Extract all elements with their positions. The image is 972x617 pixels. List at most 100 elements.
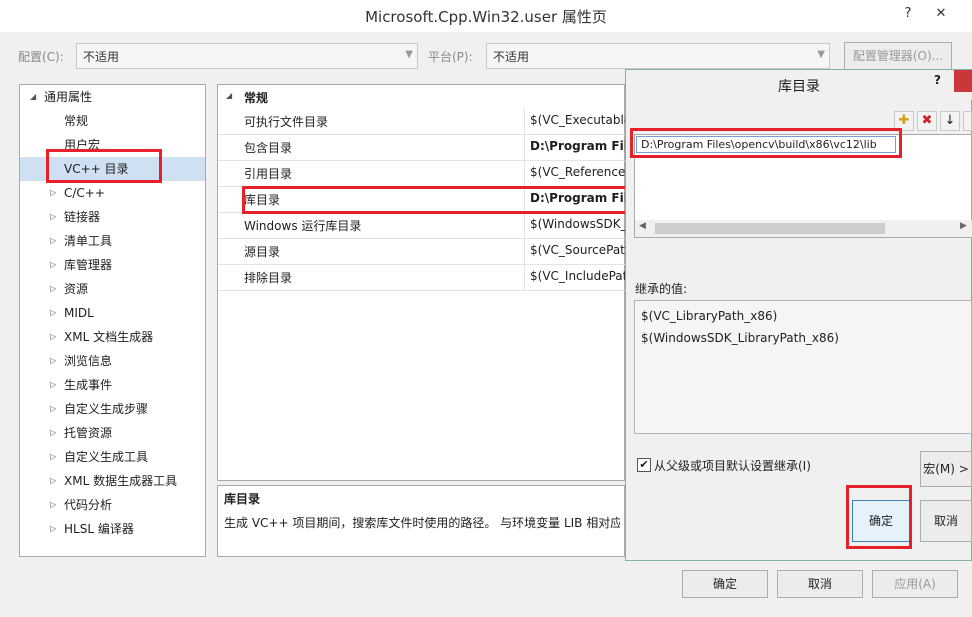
grid-row[interactable]: 排除目录 $(VC_IncludePath bbox=[218, 265, 626, 291]
window-title: Microsoft.Cpp.Win32.user 属性页 bbox=[365, 8, 607, 26]
dialog-close-icon[interactable] bbox=[954, 70, 972, 92]
inherited-label: 继承的值: bbox=[635, 282, 688, 296]
tree-item[interactable]: ▷ 资源 bbox=[20, 277, 205, 301]
grid-section-title: 常规 bbox=[244, 91, 269, 105]
expand-icon[interactable]: ▷ bbox=[50, 373, 56, 397]
inherit-checkbox-label: 从父级或项目默认设置继承(I) bbox=[654, 459, 811, 473]
expand-icon[interactable]: ▷ bbox=[50, 205, 56, 229]
tree-item[interactable]: ▷ 链接器 bbox=[20, 205, 205, 229]
grid-row-key: 引用目录 bbox=[244, 167, 293, 181]
grid-divider bbox=[524, 213, 525, 239]
macro-button[interactable]: 宏(M) > bbox=[920, 451, 972, 487]
inherited-value: $(VC_LibraryPath_x86) bbox=[641, 309, 778, 323]
highlight-ok-button bbox=[846, 485, 912, 549]
expand-icon[interactable]: ▷ bbox=[50, 349, 56, 373]
grid-row-value: $(VC_ExecutableP bbox=[530, 113, 626, 127]
scrollbar-thumb[interactable] bbox=[655, 223, 885, 234]
grid-section-header[interactable]: ◢ 常规 bbox=[218, 85, 624, 109]
expand-icon[interactable]: ▷ bbox=[50, 397, 56, 421]
tree-item[interactable]: ▷ 库管理器 bbox=[20, 253, 205, 277]
tree-item-label: XML 数据生成器工具 bbox=[64, 474, 178, 488]
expand-icon[interactable]: ▷ bbox=[50, 517, 56, 541]
grid-divider bbox=[524, 109, 525, 135]
scroll-right-icon[interactable]: ▶ bbox=[960, 221, 967, 231]
move-down-icon[interactable]: ↓ bbox=[940, 111, 960, 131]
tree-root[interactable]: ◢ 通用属性 bbox=[20, 85, 205, 109]
grid-row[interactable]: 包含目录 D:\Program Files\ bbox=[218, 135, 626, 161]
tree-item-label: 浏览信息 bbox=[64, 354, 113, 368]
tree-item[interactable]: ▷ XML 数据生成器工具 bbox=[20, 469, 205, 493]
expand-icon[interactable]: ▷ bbox=[50, 301, 56, 325]
tree-item[interactable]: ▷ 托管资源 bbox=[20, 421, 205, 445]
grid-row-key: 排除目录 bbox=[244, 271, 293, 285]
expand-icon[interactable]: ▷ bbox=[50, 493, 56, 517]
tree-item-label: 库管理器 bbox=[64, 258, 113, 272]
tree-item[interactable]: 常规 bbox=[20, 109, 205, 133]
collapse-icon: ◢ bbox=[30, 92, 37, 101]
description-text: 生成 VC++ 项目期间，搜索库文件时使用的路径。 与环境变量 LIB 相对应。 bbox=[224, 516, 620, 530]
tree-item[interactable]: ▷ 生成事件 bbox=[20, 373, 205, 397]
platform-select[interactable]: 不适用 ▼ bbox=[486, 43, 830, 69]
grid-divider bbox=[524, 265, 525, 291]
tree-item[interactable]: ▷ 自定义生成工具 bbox=[20, 445, 205, 469]
tree-item-label: XML 文档生成器 bbox=[64, 330, 154, 344]
dialog-cancel-button[interactable]: 取消 bbox=[920, 500, 972, 542]
cancel-button[interactable]: 取消 bbox=[777, 570, 863, 598]
grid-divider bbox=[524, 239, 525, 265]
grid-row-value: $(VC_ReferencesP bbox=[530, 165, 626, 179]
tree-item-label: 清单工具 bbox=[64, 234, 113, 248]
apply-button[interactable]: 应用(A) bbox=[872, 570, 958, 598]
chevron-down-icon: ▼ bbox=[405, 49, 413, 60]
dialog-help-button[interactable]: ? bbox=[934, 73, 941, 87]
inherited-list: $(VC_LibraryPath_x86) $(WindowsSDK_Libra… bbox=[634, 300, 972, 434]
expand-icon[interactable]: ▷ bbox=[50, 445, 56, 469]
close-icon[interactable]: ✕ bbox=[928, 3, 954, 25]
expand-icon[interactable]: ▷ bbox=[50, 253, 56, 277]
tree-root-label: 通用属性 bbox=[44, 90, 93, 104]
highlight-lib-dirs bbox=[242, 186, 630, 214]
help-button[interactable]: ? bbox=[895, 3, 921, 25]
config-label: 配置(C): bbox=[18, 50, 64, 64]
horizontal-scrollbar[interactable]: ◀ ▶ bbox=[635, 220, 972, 237]
expand-icon[interactable]: ▷ bbox=[50, 469, 56, 493]
chevron-down-icon: ▼ bbox=[817, 49, 825, 60]
config-manager-button[interactable]: 配置管理器(O)... bbox=[844, 42, 952, 70]
tree-item[interactable]: ▷ MIDL bbox=[20, 301, 205, 325]
platform-value: 不适用 bbox=[493, 50, 530, 64]
inherited-value: $(WindowsSDK_LibraryPath_x86) bbox=[641, 331, 839, 345]
highlight-vc-dirs bbox=[46, 149, 162, 183]
grid-row[interactable]: 源目录 $(VC_SourcePath) bbox=[218, 239, 626, 265]
expand-icon[interactable]: ▷ bbox=[50, 181, 56, 205]
grid-row-value: $(VC_IncludePath bbox=[530, 269, 626, 283]
grid-row-key: 包含目录 bbox=[244, 141, 293, 155]
grid-row-key: Windows 运行库目录 bbox=[244, 219, 362, 233]
scroll-left-icon[interactable]: ◀ bbox=[639, 221, 646, 231]
description-title: 库目录 bbox=[224, 492, 261, 506]
move-up-icon[interactable] bbox=[963, 111, 972, 131]
property-grid: ◢ 常规 可执行文件目录 $(VC_ExecutableP 包含目录 D:\Progr… bbox=[217, 84, 626, 481]
delete-icon[interactable]: ✖ bbox=[917, 111, 937, 131]
tree-item[interactable]: ▷ 自定义生成步骤 bbox=[20, 397, 205, 421]
tree-item[interactable]: ▷ XML 文档生成器 bbox=[20, 325, 205, 349]
ok-button[interactable]: 确定 bbox=[682, 570, 768, 598]
platform-label: 平台(P): bbox=[428, 50, 473, 64]
expand-icon[interactable]: ▷ bbox=[50, 325, 56, 349]
grid-row[interactable]: 引用目录 $(VC_ReferencesP bbox=[218, 161, 626, 187]
grid-row[interactable]: Windows 运行库目录 $(WindowsSDK_M bbox=[218, 213, 626, 239]
tree-item[interactable]: ▷ 浏览信息 bbox=[20, 349, 205, 373]
expand-icon[interactable]: ▷ bbox=[50, 229, 56, 253]
tree-item[interactable]: ▷ C/C++ bbox=[20, 181, 205, 205]
dialog-title: 库目录 bbox=[778, 79, 820, 95]
expand-icon[interactable]: ▷ bbox=[50, 277, 56, 301]
expand-icon[interactable]: ▷ bbox=[50, 421, 56, 445]
grid-row-key: 源目录 bbox=[244, 245, 281, 259]
tree-item[interactable]: ▷ 代码分析 bbox=[20, 493, 205, 517]
tree-item[interactable]: ▷ 清单工具 bbox=[20, 229, 205, 253]
highlight-dir-entry bbox=[630, 128, 902, 158]
grid-row[interactable]: 可执行文件目录 $(VC_ExecutableP bbox=[218, 109, 626, 135]
grid-row-value: D:\Program Files\ bbox=[530, 139, 626, 153]
inherit-checkbox[interactable]: ✔ bbox=[637, 458, 651, 472]
grid-divider bbox=[524, 161, 525, 187]
tree-item[interactable]: ▷ HLSL 编译器 bbox=[20, 517, 205, 541]
config-select[interactable]: 不适用 ▼ bbox=[76, 43, 418, 69]
